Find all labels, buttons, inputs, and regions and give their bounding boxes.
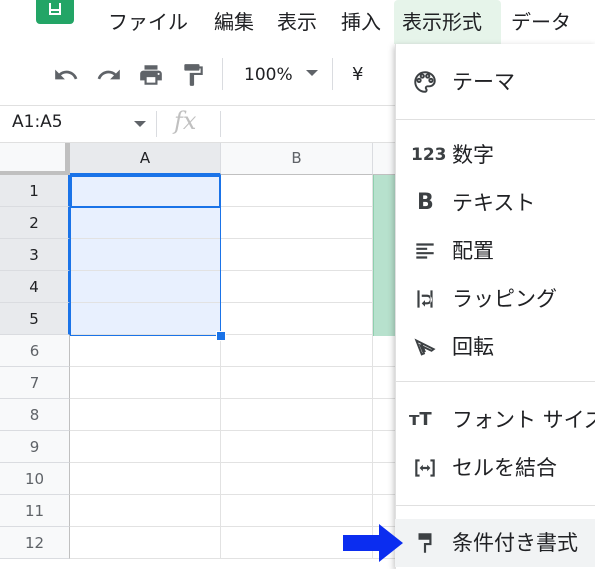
cell-b6[interactable]	[221, 335, 373, 367]
cell-b4[interactable]	[221, 271, 373, 303]
menu-data[interactable]: データ	[503, 0, 579, 44]
formula-divider	[156, 111, 157, 137]
active-cell-a1[interactable]	[70, 175, 221, 208]
format-menu-label: テーマ	[452, 70, 515, 94]
cell-a10[interactable]	[70, 463, 221, 495]
format-menu-label: 条件付き書式	[452, 531, 578, 555]
row-header-4[interactable]: 4	[0, 271, 70, 303]
row-header-7[interactable]: 7	[0, 367, 70, 399]
row-header-3[interactable]: 3	[0, 239, 70, 271]
sheets-logo-icon[interactable]	[36, 0, 74, 24]
toolbar-divider	[332, 58, 333, 90]
cell-b1[interactable]	[221, 175, 373, 207]
toolbar-divider	[222, 58, 223, 90]
cell-c11[interactable]	[373, 495, 395, 527]
cell-a4[interactable]	[70, 271, 221, 303]
print-icon[interactable]	[138, 62, 164, 88]
row-header-1[interactable]: 1	[0, 175, 70, 207]
text-wrap-icon	[412, 286, 438, 312]
format-menu-item-number[interactable]: 123 数字	[395, 131, 595, 179]
paint-format-icon[interactable]	[180, 62, 206, 88]
align-left-icon	[412, 238, 438, 264]
cell-a7[interactable]	[70, 367, 221, 399]
column-header-b[interactable]: B	[221, 143, 373, 175]
cell-c10[interactable]	[373, 463, 395, 495]
zoom-select[interactable]: 100%	[244, 65, 293, 85]
cell-c9[interactable]	[373, 431, 395, 463]
row-header-8[interactable]: 8	[0, 399, 70, 431]
format-menu-item-alignment[interactable]: 配置	[395, 227, 595, 275]
format-menu-item-wrapping[interactable]: ラッピング	[395, 275, 595, 323]
menu-insert[interactable]: 挿入	[333, 0, 389, 44]
cell-a3[interactable]	[70, 239, 221, 271]
fill-handle[interactable]	[216, 331, 226, 341]
chevron-down-icon[interactable]	[134, 121, 146, 127]
cell-a8[interactable]	[70, 399, 221, 431]
undo-icon[interactable]	[53, 62, 79, 88]
cell-a5[interactable]	[70, 303, 221, 335]
bold-icon: B	[417, 190, 434, 215]
format-menu-label: 回転	[452, 335, 494, 359]
cell-c6[interactable]	[373, 335, 395, 367]
format-menu-item-conditional-formatting[interactable]: 条件付き書式	[395, 519, 595, 567]
text-rotation-icon	[412, 334, 438, 360]
row-header-12[interactable]: 12	[0, 527, 70, 559]
column-header-a[interactable]: A	[70, 143, 221, 175]
cell-c7[interactable]	[373, 367, 395, 399]
paint-roller-icon	[412, 530, 438, 556]
format-menu-item-rotation[interactable]: 回転	[395, 323, 595, 371]
font-size-icon: тT	[409, 409, 432, 430]
cell-a6[interactable]	[70, 335, 221, 367]
format-menu-label: 数字	[452, 143, 494, 167]
menu-separator	[395, 381, 595, 382]
cell-b5[interactable]	[221, 303, 373, 335]
format-menu-item-font-size[interactable]: тT フォント サイズ	[395, 396, 595, 444]
row-header-11[interactable]: 11	[0, 495, 70, 527]
row-header-2[interactable]: 2	[0, 207, 70, 239]
format-menu-label: フォント サイズ	[452, 408, 595, 432]
cell-a9[interactable]	[70, 431, 221, 463]
cell-b3[interactable]	[221, 239, 373, 271]
merge-cells-icon	[412, 455, 438, 481]
cell-b10[interactable]	[221, 463, 373, 495]
annotation-arrow-icon	[343, 524, 403, 562]
menu-separator	[395, 119, 595, 120]
menu-edit[interactable]: 編集	[206, 0, 262, 44]
cell-b7[interactable]	[221, 367, 373, 399]
chevron-down-icon[interactable]	[306, 70, 318, 76]
menu-format[interactable]: 表示形式	[394, 0, 501, 44]
menu-view[interactable]: 表示	[269, 0, 325, 44]
format-menu-item-merge[interactable]: セルを結合	[395, 444, 595, 492]
cell-b9[interactable]	[221, 431, 373, 463]
format-menu-label: テキスト	[452, 191, 536, 215]
format-menu-label: 配置	[452, 239, 494, 263]
cell-c8[interactable]	[373, 399, 395, 431]
formula-divider	[220, 111, 221, 137]
row-header-9[interactable]: 9	[0, 431, 70, 463]
cell-b11[interactable]	[221, 495, 373, 527]
cell-b2[interactable]	[221, 207, 373, 239]
redo-icon[interactable]	[96, 62, 122, 88]
format-menu-item-text[interactable]: B テキスト	[395, 179, 595, 227]
format-menu-label: ラッピング	[452, 287, 557, 311]
cell-a12[interactable]	[70, 527, 221, 559]
fx-icon: fx	[174, 107, 197, 135]
name-box[interactable]: A1:A5	[12, 112, 63, 132]
row-header-5[interactable]: 5	[0, 303, 70, 335]
number-123-icon: 123	[411, 145, 447, 165]
palette-icon	[412, 69, 438, 95]
menu-file[interactable]: ファイル	[100, 0, 196, 44]
cell-a2[interactable]	[70, 207, 221, 239]
format-menu-label: セルを結合	[452, 456, 557, 480]
format-menu-item-theme[interactable]: テーマ	[395, 58, 595, 106]
cell-b8[interactable]	[221, 399, 373, 431]
row-header-10[interactable]: 10	[0, 463, 70, 495]
cell-a11[interactable]	[70, 495, 221, 527]
currency-format-button[interactable]: ¥	[352, 64, 363, 85]
menu-separator	[395, 505, 595, 506]
row-header-6[interactable]: 6	[0, 335, 70, 367]
